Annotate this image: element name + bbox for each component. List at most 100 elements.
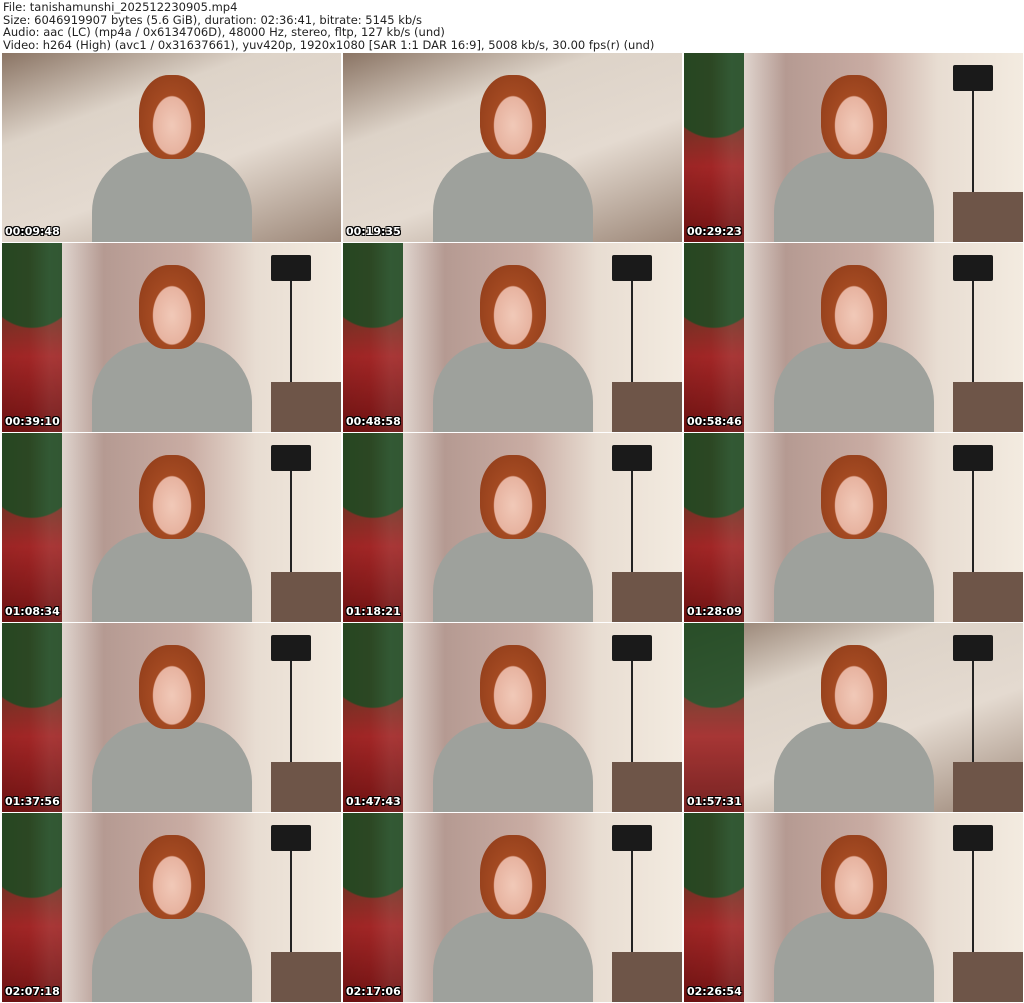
thumbnail-timestamp: 01:18:21 <box>346 605 401 618</box>
sofa <box>612 572 682 622</box>
person-head <box>820 835 887 919</box>
sofa <box>612 952 682 1002</box>
christmas-tree <box>343 623 403 812</box>
christmas-tree <box>684 53 744 242</box>
person-head <box>820 75 887 159</box>
video-thumbnail: 00:29:23 <box>684 53 1023 242</box>
thumbnail-timestamp: 01:57:31 <box>687 795 742 808</box>
thumbnail-timestamp: 01:28:09 <box>687 605 742 618</box>
thumbnail-timestamp: 02:07:18 <box>5 985 60 998</box>
sofa <box>953 762 1023 812</box>
person-body <box>432 912 593 1002</box>
christmas-tree <box>343 813 403 1002</box>
thumbnail-timestamp: 00:09:48 <box>5 225 60 238</box>
video-thumbnail: 02:17:06 <box>343 813 682 1002</box>
person-body <box>91 532 252 622</box>
person-body <box>773 722 934 812</box>
thumbnail-timestamp: 00:19:35 <box>346 225 401 238</box>
sofa <box>612 762 682 812</box>
person-head <box>820 645 887 729</box>
person-head <box>479 75 546 159</box>
thumbnail-timestamp: 02:17:06 <box>346 985 401 998</box>
thumbnail-grid: 00:09:48 00:19:35 00:29:23 00:39:10 00:48:58… <box>2 53 1023 1002</box>
person-head <box>138 75 205 159</box>
christmas-tree <box>2 623 62 812</box>
sofa <box>953 192 1023 242</box>
person-head <box>479 645 546 729</box>
floor-lamp <box>612 255 652 421</box>
person-body <box>91 722 252 812</box>
christmas-tree <box>2 433 62 622</box>
floor-lamp <box>953 635 993 801</box>
person-head <box>138 455 205 539</box>
video-thumbnail: 01:28:09 <box>684 433 1023 622</box>
thumbnail-timestamp: 00:58:46 <box>687 415 742 428</box>
sofa <box>271 382 341 432</box>
sofa <box>953 572 1023 622</box>
floor-lamp <box>612 635 652 801</box>
video-thumbnail: 00:09:48 <box>2 53 341 242</box>
floor-lamp <box>953 255 993 421</box>
video-thumbnail: 01:57:31 <box>684 623 1023 812</box>
video-thumbnail: 00:39:10 <box>2 243 341 432</box>
video-thumbnail: 02:07:18 <box>2 813 341 1002</box>
person-head <box>138 835 205 919</box>
christmas-tree <box>684 813 744 1002</box>
floor-lamp <box>612 445 652 611</box>
file-name: File: tanishamunshi_202512230905.mp4 <box>3 0 238 14</box>
thumbnail-timestamp: 02:26:54 <box>687 985 742 998</box>
christmas-tree <box>684 433 744 622</box>
person-head <box>138 265 205 349</box>
christmas-tree <box>343 433 403 622</box>
thumbnail-timestamp: 00:29:23 <box>687 225 742 238</box>
floor-lamp <box>271 825 311 991</box>
thumbnail-timestamp: 01:08:34 <box>5 605 60 618</box>
sofa <box>271 952 341 1002</box>
person-body <box>432 532 593 622</box>
audio-info: Audio: aac (LC) (mp4a / 0x6134706D), 480… <box>3 25 445 40</box>
thumbnail-timestamp: 01:37:56 <box>5 795 60 808</box>
person-body <box>91 912 252 1002</box>
person-head <box>820 265 887 349</box>
christmas-tree <box>343 243 403 432</box>
person-body <box>773 342 934 432</box>
person-body <box>91 152 252 242</box>
video-thumbnail: 01:18:21 <box>343 433 682 622</box>
person-body <box>432 722 593 812</box>
christmas-tree <box>2 243 62 432</box>
video-thumbnail: 01:47:43 <box>343 623 682 812</box>
video-thumbnail: 00:58:46 <box>684 243 1023 432</box>
sofa <box>953 952 1023 1002</box>
sofa <box>271 762 341 812</box>
thumbnail-timestamp: 00:39:10 <box>5 415 60 428</box>
person-head <box>479 265 546 349</box>
sofa <box>271 572 341 622</box>
person-body <box>91 342 252 432</box>
floor-lamp <box>953 445 993 611</box>
sofa <box>953 382 1023 432</box>
floor-lamp <box>953 825 993 991</box>
person-head <box>479 835 546 919</box>
floor-lamp <box>271 635 311 801</box>
person-body <box>432 342 593 432</box>
floor-lamp <box>271 255 311 421</box>
person-body <box>432 152 593 242</box>
video-thumbnail: 01:08:34 <box>2 433 341 622</box>
file-info-header: File: tanishamunshi_202512230905.mp4 Size… <box>3 1 654 51</box>
thumbnail-timestamp: 00:48:58 <box>346 415 401 428</box>
floor-lamp <box>271 445 311 611</box>
person-head <box>479 455 546 539</box>
person-head <box>138 645 205 729</box>
floor-lamp <box>953 65 993 231</box>
person-body <box>773 912 934 1002</box>
video-thumbnail: 01:37:56 <box>2 623 341 812</box>
christmas-tree <box>684 243 744 432</box>
floor-lamp <box>612 825 652 991</box>
christmas-tree <box>684 623 744 812</box>
video-thumbnail: 00:48:58 <box>343 243 682 432</box>
video-info: Video: h264 (High) (avc1 / 0x31637661), … <box>3 37 655 52</box>
sofa <box>612 382 682 432</box>
thumbnail-timestamp: 01:47:43 <box>346 795 401 808</box>
christmas-tree <box>2 813 62 1002</box>
video-thumbnail: 00:19:35 <box>343 53 682 242</box>
